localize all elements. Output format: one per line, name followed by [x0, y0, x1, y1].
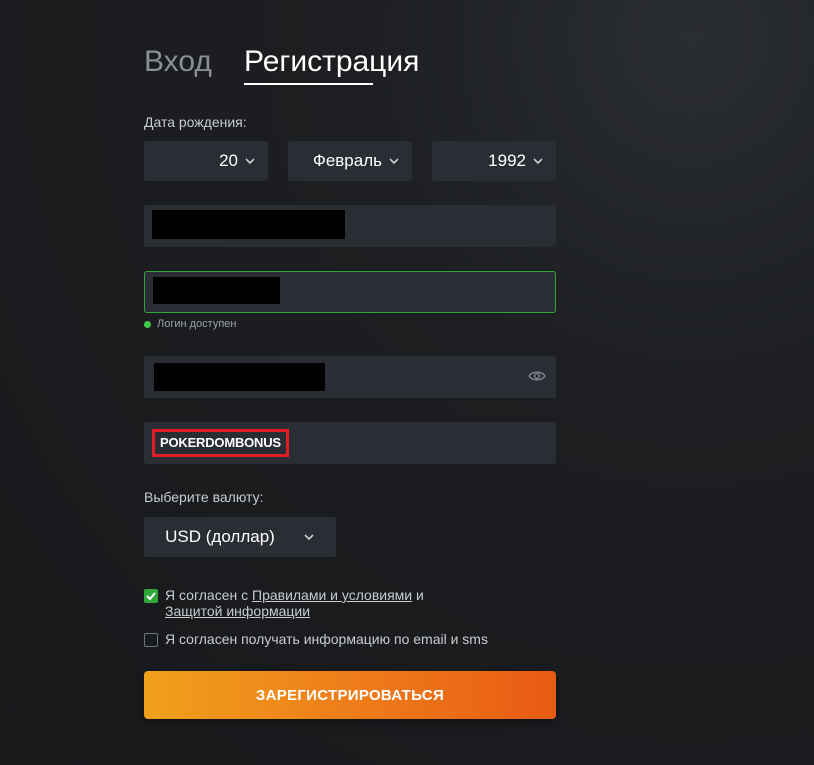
status-dot-icon	[144, 320, 151, 328]
redacted-login	[153, 277, 280, 304]
tab-register[interactable]: Регистрация	[244, 44, 419, 80]
redacted-email	[152, 210, 345, 239]
tab-login[interactable]: Вход	[144, 44, 212, 80]
chevron-down-icon	[389, 158, 399, 165]
birth-month-value: Февраль	[312, 151, 382, 170]
register-button[interactable]: ЗАРЕГИСТРИРОВАТЬСЯ	[144, 671, 556, 719]
redacted-password	[154, 363, 325, 391]
email-field[interactable]	[144, 205, 556, 247]
newsletter-text: Я согласен получать информацию по email …	[165, 631, 488, 647]
active-tab-underline	[244, 83, 373, 85]
birth-day-value: 20	[219, 151, 238, 170]
login-status-text: Логин доступен	[157, 318, 237, 330]
currency-select[interactable]: USD (доллар)	[144, 517, 336, 557]
promo-code-field[interactable]: POKERDOMBONUS	[144, 422, 556, 464]
promo-code-value: POKERDOMBONUS	[160, 435, 281, 450]
birth-year-select[interactable]: 1992	[432, 141, 556, 181]
terms-checkbox[interactable]	[144, 589, 158, 603]
checkmark-icon	[146, 592, 156, 601]
login-status: Логин доступен	[144, 318, 236, 330]
promo-code-highlight: POKERDOMBONUS	[152, 429, 289, 457]
password-field[interactable]	[144, 356, 556, 398]
terms-and: и	[412, 587, 424, 603]
currency-value: USD (доллар)	[165, 527, 275, 546]
birth-month-select[interactable]: Февраль	[288, 141, 412, 181]
newsletter-checkbox[interactable]	[144, 633, 158, 647]
chevron-down-icon	[245, 158, 255, 165]
rules-link[interactable]: Правилами и условиями	[252, 587, 412, 603]
birth-date-label: Дата рождения:	[144, 114, 247, 130]
terms-text: Я согласен с Правилами и условиями и Защ…	[165, 587, 424, 619]
chevron-down-icon	[304, 534, 314, 541]
login-field[interactable]	[144, 271, 556, 313]
chevron-down-icon	[533, 158, 543, 165]
eye-icon[interactable]	[528, 369, 546, 383]
currency-label: Выберите валюту:	[144, 489, 264, 505]
birth-day-select[interactable]: 20	[144, 141, 268, 181]
birth-year-value: 1992	[488, 151, 526, 170]
privacy-link[interactable]: Защитой информации	[165, 603, 310, 619]
terms-prefix: Я согласен с	[165, 587, 252, 603]
